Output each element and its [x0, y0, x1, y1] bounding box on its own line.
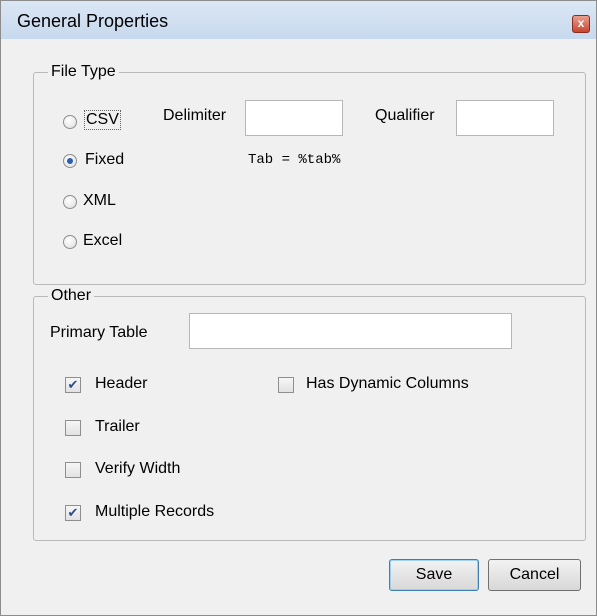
dialog-body: File Type CSV Fixed XML Excel Delimiter … — [8, 39, 591, 611]
radio-csv[interactable] — [63, 115, 77, 129]
qualifier-label: Qualifier — [375, 107, 435, 124]
file-type-legend: File Type — [51, 63, 116, 80]
has-dynamic-columns-checkbox-label[interactable]: Has Dynamic Columns — [306, 375, 469, 393]
cancel-button[interactable]: Cancel — [488, 559, 581, 591]
file-type-group: File Type — [33, 63, 586, 285]
radio-excel[interactable] — [63, 235, 77, 249]
primary-table-input[interactable] — [189, 313, 512, 349]
primary-table-label: Primary Table — [50, 324, 148, 341]
header-checkbox[interactable]: ✔ — [65, 377, 81, 393]
radio-xml[interactable] — [63, 195, 77, 209]
multiple-records-checkbox-label[interactable]: Multiple Records — [95, 503, 214, 521]
save-button[interactable]: Save — [389, 559, 479, 591]
header-checkbox-label[interactable]: Header — [95, 375, 147, 393]
radio-fixed-label[interactable]: Fixed — [85, 151, 124, 169]
multiple-records-checkbox[interactable]: ✔ — [65, 505, 81, 521]
title-bar[interactable]: General Properties x — [1, 1, 596, 39]
window-title: General Properties — [17, 11, 169, 31]
radio-xml-label[interactable]: XML — [83, 192, 116, 210]
verify-width-checkbox[interactable] — [65, 462, 81, 478]
delimiter-input[interactable] — [245, 100, 343, 136]
radio-csv-label[interactable]: CSV — [84, 110, 121, 130]
verify-width-checkbox-label[interactable]: Verify Width — [95, 460, 180, 478]
qualifier-input[interactable] — [456, 100, 554, 136]
delimiter-label: Delimiter — [163, 107, 227, 124]
radio-fixed[interactable] — [63, 154, 77, 168]
trailer-checkbox-label[interactable]: Trailer — [95, 418, 140, 436]
trailer-checkbox[interactable] — [65, 420, 81, 436]
other-legend: Other — [51, 287, 92, 304]
close-button[interactable]: x — [572, 15, 590, 33]
has-dynamic-columns-checkbox[interactable] — [278, 377, 294, 393]
radio-excel-label[interactable]: Excel — [83, 232, 122, 250]
tab-hint: Tab = %tab% — [248, 152, 341, 168]
general-properties-dialog: General Properties x File Type CSV Fixed… — [0, 0, 597, 616]
